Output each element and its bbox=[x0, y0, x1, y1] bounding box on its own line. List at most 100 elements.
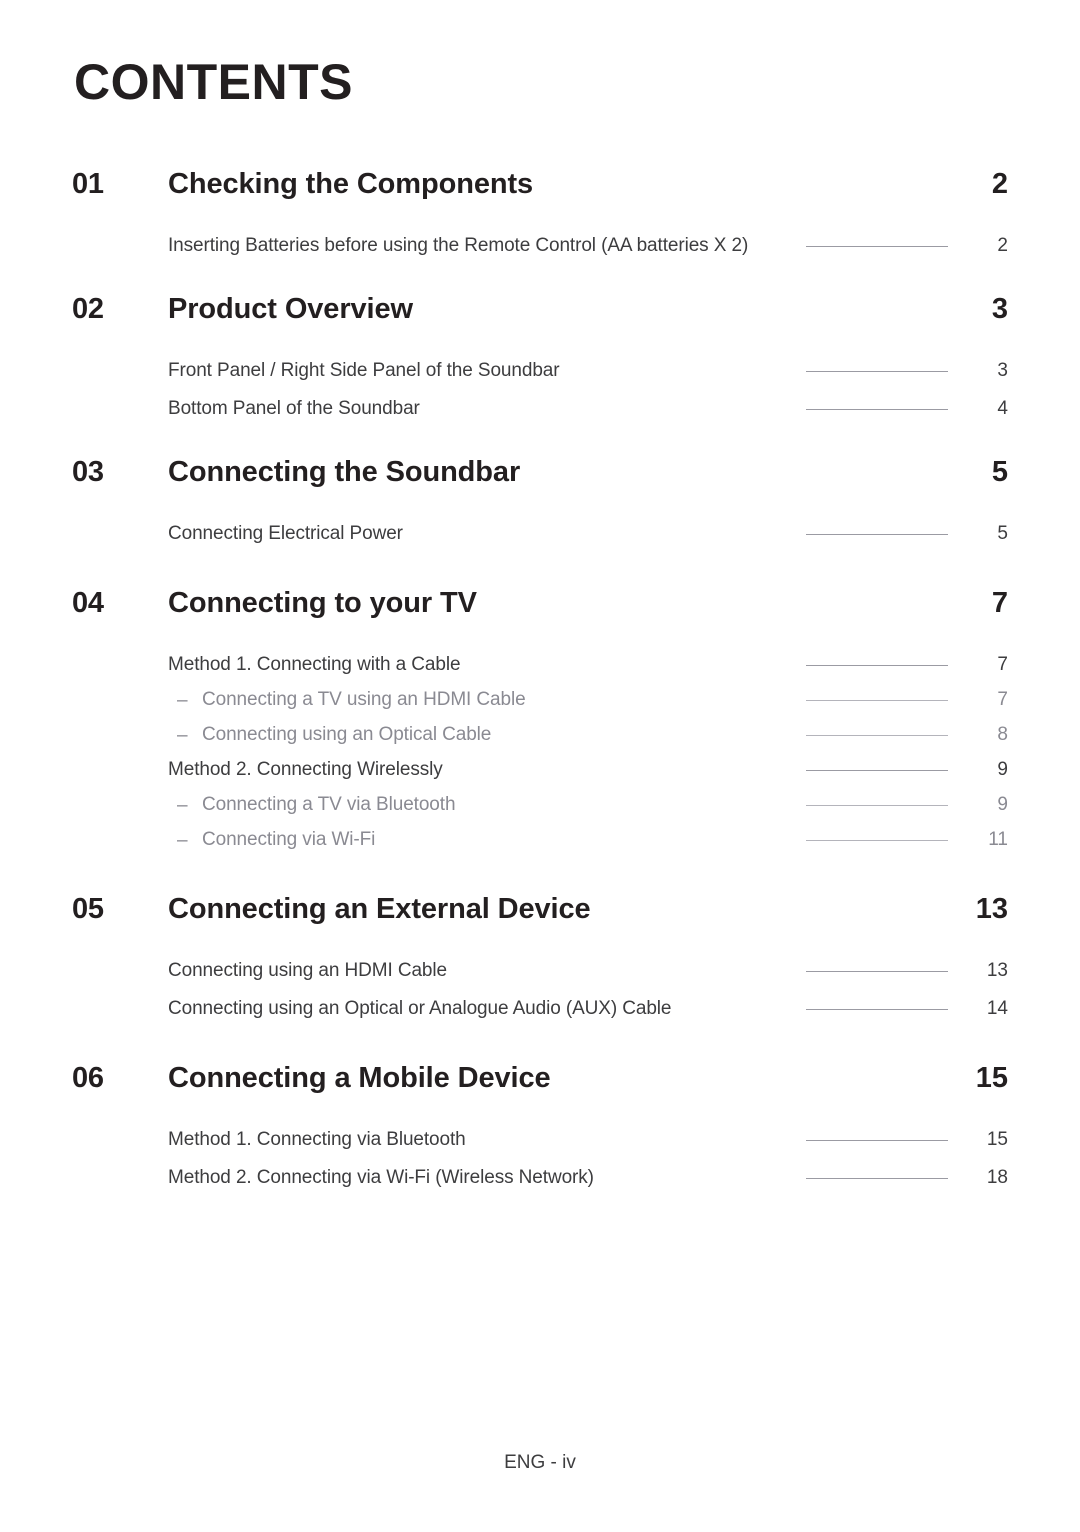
entry-gap bbox=[72, 816, 1008, 829]
leader-line bbox=[806, 1177, 948, 1179]
leader-line bbox=[806, 664, 948, 666]
entry-label: Connecting using an HDMI Cable bbox=[168, 960, 447, 981]
toc-entry[interactable]: Connecting using an HDMI Cable 13 bbox=[72, 960, 1008, 982]
leader-line bbox=[806, 804, 948, 806]
toc-entry[interactable]: Bottom Panel of the Soundbar 4 bbox=[72, 398, 1008, 420]
leader-line bbox=[806, 370, 948, 372]
leader-line bbox=[806, 533, 948, 535]
chapter-page-number: 15 bbox=[975, 1062, 1008, 1094]
toc-chapter-04[interactable]: 04 Connecting to your TV 7 bbox=[72, 587, 1008, 620]
entry-gap bbox=[72, 382, 1008, 398]
entry-label: Connecting via Wi-Fi bbox=[202, 829, 376, 850]
chapter-title: Connecting the Soundbar bbox=[168, 456, 521, 488]
toc-entry[interactable]: Method 2. Connecting via Wi-Fi (Wireless… bbox=[72, 1167, 1008, 1189]
chapter-number: 02 bbox=[72, 293, 104, 325]
toc-chapter-02[interactable]: 02 Product Overview 3 bbox=[72, 293, 1008, 326]
dash-bullet-icon: – bbox=[177, 829, 188, 851]
entry-label: Connecting Electrical Power bbox=[168, 523, 403, 544]
entry-label: Bottom Panel of the Soundbar bbox=[168, 398, 420, 419]
leader-line bbox=[806, 1008, 948, 1010]
chapter-entries-gap bbox=[72, 489, 1008, 523]
toc-chapter-03[interactable]: 03 Connecting the Soundbar 5 bbox=[72, 456, 1008, 489]
chapter-page-number: 3 bbox=[991, 293, 1008, 325]
entry-label: Front Panel / Right Side Panel of the So… bbox=[168, 360, 560, 381]
toc-entry[interactable]: Method 2. Connecting Wirelessly 9 bbox=[72, 759, 1008, 781]
leader-line bbox=[806, 769, 948, 771]
page-footer: ENG - iv bbox=[504, 1452, 576, 1473]
toc-page: CONTENTS 01 Checking the Components 2 Inser… bbox=[0, 0, 1080, 1532]
entry-gap bbox=[72, 676, 1008, 689]
entry-page-number: 8 bbox=[997, 724, 1008, 745]
entry-label: Method 1. Connecting with a Cable bbox=[168, 654, 461, 675]
entry-page-number: 9 bbox=[997, 759, 1008, 780]
entry-page-number: 14 bbox=[986, 998, 1008, 1019]
toc-chapter-06[interactable]: 06 Connecting a Mobile Device 15 bbox=[72, 1062, 1008, 1095]
entry-label: Method 2. Connecting via Wi-Fi (Wireless… bbox=[168, 1167, 594, 1188]
entry-page-number: 2 bbox=[997, 235, 1008, 256]
chapter-page-number: 5 bbox=[991, 456, 1008, 488]
chapter-page-number: 13 bbox=[975, 893, 1008, 925]
chapter-title: Connecting a Mobile Device bbox=[168, 1062, 551, 1094]
toc-entry[interactable]: Inserting Batteries before using the Rem… bbox=[72, 235, 1008, 257]
entry-label: Inserting Batteries before using the Rem… bbox=[168, 235, 749, 256]
chapter-title: Product Overview bbox=[168, 293, 413, 325]
chapter-page-number: 7 bbox=[991, 587, 1008, 619]
dash-bullet-icon: – bbox=[177, 794, 188, 816]
entry-page-number: 11 bbox=[988, 829, 1008, 850]
leader-line bbox=[806, 408, 948, 410]
chapter-number: 03 bbox=[72, 456, 104, 488]
chapter-title: Connecting an External Device bbox=[168, 893, 591, 925]
toc-entry[interactable]: – Connecting a TV via Bluetooth 9 bbox=[72, 794, 1008, 816]
toc-entry[interactable]: – Connecting a TV using an HDMI Cable 7 bbox=[72, 689, 1008, 711]
leader-line bbox=[806, 734, 948, 736]
entry-page-number: 9 bbox=[997, 794, 1008, 815]
chapter-number: 01 bbox=[72, 168, 104, 200]
entry-gap bbox=[72, 982, 1008, 998]
chapter-number: 06 bbox=[72, 1062, 104, 1094]
entry-page-number: 7 bbox=[997, 654, 1008, 675]
entry-gap bbox=[72, 711, 1008, 724]
chapter-entries-gap bbox=[72, 620, 1008, 654]
dash-bullet-icon: – bbox=[177, 724, 188, 746]
toc-entry[interactable]: Connecting using an Optical or Analogue … bbox=[72, 998, 1008, 1020]
leader-line bbox=[806, 839, 948, 841]
toc-entry[interactable]: Front Panel / Right Side Panel of the So… bbox=[72, 360, 1008, 382]
page-title: CONTENTS bbox=[74, 54, 353, 110]
toc-entry[interactable]: Connecting Electrical Power 5 bbox=[72, 523, 1008, 545]
toc-entry[interactable]: Method 1. Connecting with a Cable 7 bbox=[72, 654, 1008, 676]
entry-page-number: 3 bbox=[997, 360, 1008, 381]
leader-line bbox=[806, 970, 948, 972]
chapter-number: 05 bbox=[72, 893, 104, 925]
chapter-entries-gap bbox=[72, 326, 1008, 360]
entry-page-number: 18 bbox=[986, 1167, 1008, 1188]
entry-gap bbox=[72, 1151, 1008, 1167]
entry-label: Method 2. Connecting Wirelessly bbox=[168, 759, 443, 780]
entry-page-number: 7 bbox=[997, 689, 1008, 710]
toc-entry[interactable]: – Connecting via Wi-Fi 11 bbox=[72, 829, 1008, 851]
entry-page-number: 5 bbox=[997, 523, 1008, 544]
entry-label: Connecting using an Optical Cable bbox=[202, 724, 492, 745]
entry-gap bbox=[72, 746, 1008, 759]
entry-label: Method 1. Connecting via Bluetooth bbox=[168, 1129, 466, 1150]
toc-entry[interactable]: – Connecting using an Optical Cable 8 bbox=[72, 724, 1008, 746]
entry-label: Connecting a TV via Bluetooth bbox=[202, 794, 456, 815]
entry-gap bbox=[72, 781, 1008, 794]
entry-page-number: 15 bbox=[986, 1129, 1008, 1150]
chapter-title: Checking the Components bbox=[168, 168, 534, 200]
toc-entry[interactable]: Method 1. Connecting via Bluetooth 15 bbox=[72, 1129, 1008, 1151]
chapter-entries-gap bbox=[72, 926, 1008, 960]
entry-page-number: 13 bbox=[986, 960, 1008, 981]
toc-chapter-01[interactable]: 01 Checking the Components 2 bbox=[72, 168, 1008, 201]
entry-label: Connecting using an Optical or Analogue … bbox=[168, 998, 672, 1019]
chapter-title: Connecting to your TV bbox=[168, 587, 477, 619]
chapter-entries-gap bbox=[72, 201, 1008, 235]
toc-list: 01 Checking the Components 2 Inserting Batt… bbox=[72, 168, 1008, 1189]
entry-label: Connecting a TV using an HDMI Cable bbox=[202, 689, 526, 710]
toc-chapter-05[interactable]: 05 Connecting an External Device 13 bbox=[72, 893, 1008, 926]
chapter-number: 04 bbox=[72, 587, 104, 619]
dash-bullet-icon: – bbox=[177, 689, 188, 711]
